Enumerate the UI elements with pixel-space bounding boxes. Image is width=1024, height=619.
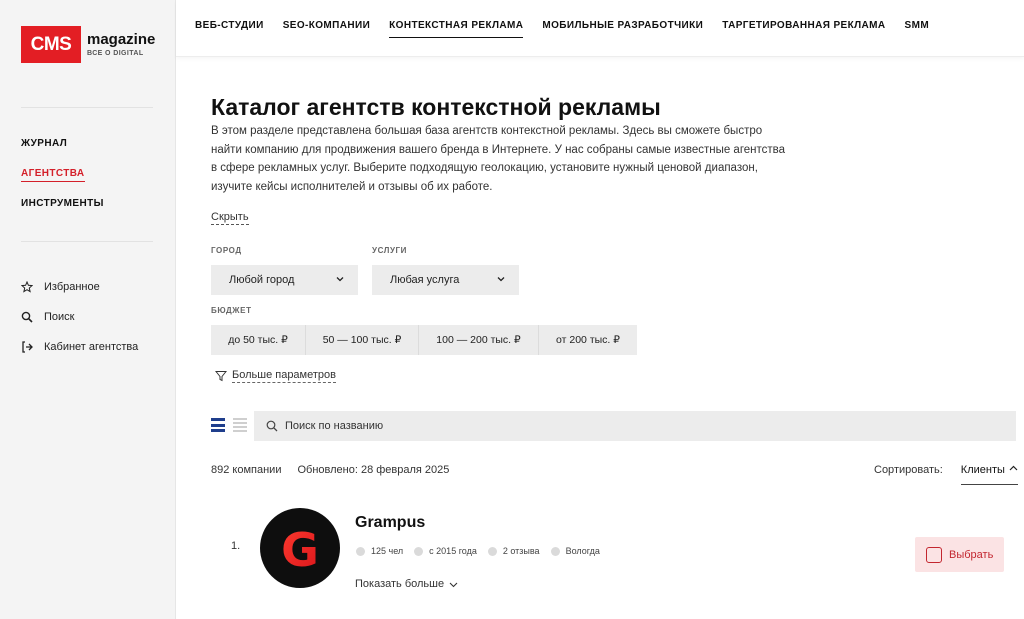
chevron-up-icon (1009, 465, 1018, 471)
svg-text:G: G (281, 523, 319, 574)
compact-view-icon[interactable] (233, 418, 247, 432)
search-icon (21, 311, 33, 323)
logo[interactable]: CMS magazine ВСЕ О DIGITAL (21, 26, 155, 63)
budget-option[interactable]: 50 — 100 тыс. ₽ (306, 325, 419, 355)
company-stats: 125 чел с 2015 года 2 отзыва Вологда (356, 546, 611, 556)
tab-smm[interactable]: SMM (905, 20, 930, 38)
results-count: 892 компании (211, 464, 282, 476)
tab-context-ads[interactable]: КОНТЕКСТНАЯ РЕКЛАМА (389, 20, 524, 38)
budget-options: до 50 тыс. ₽ 50 — 100 тыс. ₽ 100 — 200 т… (211, 325, 637, 355)
budget-option[interactable]: 100 — 200 тыс. ₽ (419, 325, 539, 355)
sidebar-divider (21, 107, 153, 108)
company-logo[interactable]: G (260, 508, 340, 588)
checkbox-icon (926, 546, 942, 563)
sidebar-item-agencies[interactable]: АГЕНТСТВА (21, 168, 104, 198)
sidebar-link-agency-cabinet[interactable]: Кабинет агентства (21, 332, 138, 362)
reviews-icon (487, 546, 497, 556)
page-title: Каталог агентств контекстной рекламы (211, 94, 661, 120)
page-description: В этом разделе представлена большая база… (211, 125, 786, 193)
search-icon (266, 420, 278, 432)
city-label: ГОРОД (211, 246, 242, 255)
company-employees: 125 чел (356, 546, 403, 556)
company-since: с 2015 года (414, 546, 477, 556)
sidebar-divider (21, 241, 153, 242)
services-select[interactable]: Любая услуга (372, 265, 519, 295)
company-city: Вологда (550, 546, 600, 556)
sort-select[interactable]: Клиенты (960, 464, 1018, 485)
choose-button[interactable]: Выбрать (915, 537, 1004, 572)
company-rank: 1. (231, 540, 241, 552)
logo-name: magazine (87, 31, 156, 48)
sidebar-link-search[interactable]: Поиск (21, 302, 138, 332)
chevron-down-icon (336, 277, 344, 282)
sidebar-link-favorites[interactable]: Избранное (21, 272, 138, 302)
sort-control: Сортировать: Клиенты (874, 464, 1018, 485)
sidebar: CMS magazine ВСЕ О DIGITAL ЖУРНАЛ АГЕНТС… (0, 0, 176, 619)
logo-box: CMS (21, 26, 81, 63)
logo-tagline: ВСЕ О DIGITAL (87, 50, 144, 57)
search-input[interactable] (285, 420, 885, 432)
tab-mobile-developers[interactable]: МОБИЛЬНЫЕ РАЗРАБОТЧИКИ (542, 20, 703, 38)
top-nav: ВЕБ-СТУДИИ SEO-КОМПАНИИ КОНТЕКСТНАЯ РЕКЛ… (176, 0, 1024, 57)
sidebar-nav: ЖУРНАЛ АГЕНТСТВА ИНСТРУМЕНТЫ (21, 138, 104, 228)
budget-option[interactable]: до 50 тыс. ₽ (211, 325, 306, 355)
filter-icon (215, 371, 227, 382)
hide-description-link[interactable]: Скрыть (211, 210, 249, 225)
sort-label: Сортировать: (874, 464, 943, 476)
tab-seo-companies[interactable]: SEO-КОМПАНИИ (283, 20, 370, 38)
location-icon (550, 546, 560, 556)
login-icon (22, 341, 33, 353)
tab-targeted-ads[interactable]: ТАРГЕТИРОВАННАЯ РЕКЛАМА (722, 20, 885, 38)
chevron-down-icon (449, 582, 458, 587)
company-reviews[interactable]: 2 отзыва (487, 546, 540, 556)
calendar-icon (414, 546, 424, 556)
chevron-down-icon (497, 277, 505, 282)
grampus-logo-icon: G (281, 523, 319, 574)
view-toggle (211, 418, 255, 432)
show-more-link[interactable]: Показать больше (355, 578, 458, 590)
services-label: УСЛУГИ (372, 246, 408, 255)
city-select[interactable]: Любой город (211, 265, 358, 295)
sidebar-item-journal[interactable]: ЖУРНАЛ (21, 138, 104, 168)
results-meta: 892 компании Обновлено: 28 февраля 2025 (211, 464, 465, 476)
company-name[interactable]: Grampus (355, 514, 425, 532)
tab-web-studios[interactable]: ВЕБ-СТУДИИ (195, 20, 264, 38)
search-bar (254, 411, 1016, 441)
list-view-icon[interactable] (211, 418, 225, 432)
more-params-link[interactable]: Больше параметров (215, 369, 336, 383)
sidebar-item-tools[interactable]: ИНСТРУМЕНТЫ (21, 198, 104, 228)
budget-option[interactable]: от 200 тыс. ₽ (539, 325, 637, 355)
star-icon (21, 281, 33, 293)
employees-icon (356, 546, 365, 556)
updated-date: Обновлено: 28 февраля 2025 (297, 464, 450, 476)
budget-label: БЮДЖЕТ (211, 306, 252, 315)
